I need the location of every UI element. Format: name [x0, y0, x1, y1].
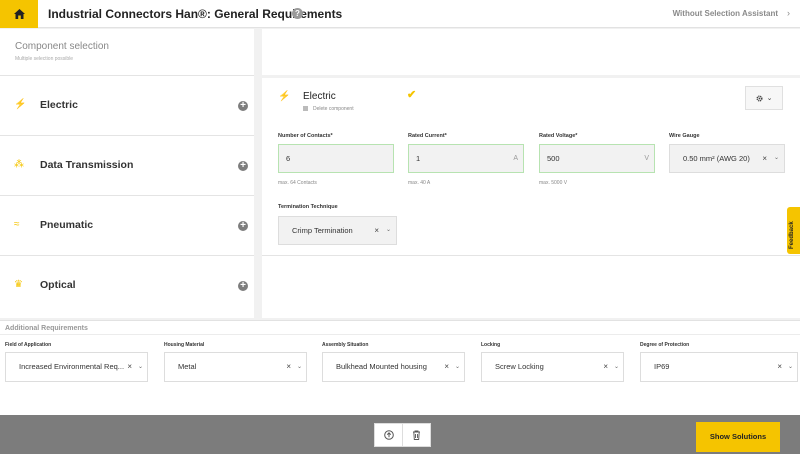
upload-icon	[383, 430, 394, 440]
clear-icon[interactable]: ×	[286, 353, 291, 381]
sidebar-subheading: Multiple selection possible	[15, 56, 74, 62]
locking-label: Locking	[481, 342, 501, 348]
add-icon[interactable]: +	[238, 281, 248, 291]
additional-requirements: Additional Requirements Field of Applica…	[0, 320, 800, 415]
lightning-bolt-icon: ⚡	[278, 91, 291, 102]
check-icon: ✔	[407, 89, 417, 101]
settings-button[interactable]: ⌄	[745, 86, 783, 110]
trash-icon	[413, 430, 420, 440]
add-icon[interactable]: +	[238, 161, 248, 171]
component-label: Data Transmission	[40, 159, 134, 171]
assembly-situation-select[interactable]: Bulkhead Mounted housing × ⌄	[322, 352, 465, 382]
footer-bar: Show Solutions	[0, 415, 800, 454]
rated-voltage-value: 500	[547, 154, 560, 163]
optical-fiber-icon: ♛	[14, 279, 23, 290]
rated-current-hint: max. 40 A	[408, 180, 431, 186]
sidebar-header: Component selection Multiple selection p…	[0, 29, 254, 76]
locking-value: Screw Locking	[495, 362, 544, 371]
chevron-down-icon: ⌄	[454, 364, 460, 370]
chevron-down-icon: ⌄	[766, 95, 773, 102]
chevron-down-icon: ⌄	[385, 227, 391, 233]
footer-action-group	[374, 423, 431, 447]
assembly-situation-value: Bulkhead Mounted housing	[336, 362, 427, 371]
without-assistant-link[interactable]: Without Selection Assistant	[673, 9, 778, 18]
chevron-down-icon: ⌄	[787, 364, 793, 370]
home-button[interactable]	[0, 0, 38, 28]
chevron-right-icon: ›	[787, 8, 790, 18]
housing-material-select[interactable]: Metal × ⌄	[164, 352, 307, 382]
sidebar-heading: Component selection	[15, 41, 109, 52]
termination-select[interactable]: Crimp Termination × ⌄	[278, 216, 397, 245]
contacts-hint: max. 64 Contacts	[278, 180, 317, 186]
upload-button[interactable]	[375, 424, 402, 446]
contacts-label: Number of Contacts*	[278, 133, 333, 139]
rated-current-value: 1	[416, 154, 421, 163]
feedback-tab[interactable]: Feedback	[787, 207, 800, 254]
clear-icon[interactable]: ×	[127, 353, 132, 381]
component-selection-sidebar: Component selection Multiple selection p…	[0, 29, 254, 318]
delete-component-link[interactable]: Delete component	[303, 106, 354, 112]
field-of-application-label: Field of Application	[5, 342, 52, 348]
right-header-area	[262, 29, 800, 75]
network-nodes-icon: ⁂	[14, 159, 24, 170]
delete-button[interactable]	[402, 424, 430, 446]
clear-icon[interactable]: ×	[444, 353, 449, 381]
additional-divider	[0, 334, 800, 335]
electric-component-panel: ⚡ Electric Delete component ✔ ⌄ Number o…	[262, 78, 800, 318]
top-header: Industrial Connectors Han®: General Requ…	[0, 0, 800, 28]
component-label: Optical	[40, 279, 76, 291]
air-flow-icon: ≈	[14, 219, 20, 230]
contacts-input[interactable]: 6	[278, 144, 394, 173]
wire-gauge-label: Wire Gauge	[669, 133, 700, 139]
chevron-down-icon: ⌄	[137, 364, 143, 370]
field-of-application-select[interactable]: Increased Environmental Req... × ⌄	[5, 352, 148, 382]
trash-icon	[303, 106, 308, 112]
add-icon[interactable]: +	[238, 221, 248, 231]
add-icon[interactable]: +	[238, 101, 248, 111]
component-item-data-transmission[interactable]: ⁂ Data Transmission +	[0, 136, 254, 196]
panel-divider	[262, 255, 800, 256]
locking-select[interactable]: Screw Locking × ⌄	[481, 352, 624, 382]
rated-current-input[interactable]: 1 A	[408, 144, 524, 173]
clear-icon[interactable]: ×	[603, 353, 608, 381]
rated-voltage-hint: max. 5000 V	[539, 180, 568, 186]
component-title: Electric	[303, 91, 336, 102]
component-item-electric[interactable]: ⚡ Electric +	[0, 76, 254, 136]
degree-of-protection-select[interactable]: IP69 × ⌄	[640, 352, 798, 382]
feedback-label: Feedback	[789, 221, 795, 249]
assembly-situation-label: Assembly Situation	[322, 342, 369, 348]
degree-of-protection-value: IP69	[654, 362, 670, 371]
rated-current-unit: A	[513, 155, 518, 162]
component-item-pneumatic[interactable]: ≈ Pneumatic +	[0, 196, 254, 256]
degree-of-protection-label: Degree of Protection	[640, 342, 690, 348]
clear-icon[interactable]: ×	[762, 145, 767, 172]
housing-material-label: Housing Material	[164, 342, 205, 348]
chevron-down-icon: ⌄	[613, 364, 619, 370]
chevron-down-icon: ⌄	[296, 364, 302, 370]
rated-voltage-label: Rated Voltage*	[539, 133, 578, 139]
delete-component-label: Delete component	[313, 106, 354, 112]
wire-gauge-select[interactable]: 0.50 mm² (AWG 20) × ⌄	[669, 144, 785, 173]
help-icon[interactable]: ?	[292, 8, 303, 19]
component-label: Electric	[40, 99, 78, 111]
component-label: Pneumatic	[40, 219, 94, 231]
show-solutions-button[interactable]: Show Solutions	[696, 422, 780, 452]
chevron-down-icon: ⌄	[773, 155, 779, 161]
field-of-application-value: Increased Environmental Req...	[19, 362, 125, 371]
wire-gauge-value: 0.50 mm² (AWG 20)	[683, 154, 750, 163]
clear-icon[interactable]: ×	[777, 353, 782, 381]
housing-material-value: Metal	[178, 362, 197, 371]
termination-label: Termination Technique	[278, 204, 338, 210]
clear-icon[interactable]: ×	[374, 217, 379, 244]
rated-current-label: Rated Current*	[408, 133, 447, 139]
home-icon	[13, 9, 25, 19]
component-item-optical[interactable]: ♛ Optical +	[0, 256, 254, 316]
rated-voltage-input[interactable]: 500 V	[539, 144, 655, 173]
additional-title: Additional Requirements	[5, 325, 88, 332]
lightning-bolt-icon: ⚡	[14, 99, 27, 110]
rated-voltage-unit: V	[644, 155, 649, 162]
contacts-value: 6	[286, 154, 291, 163]
termination-value: Crimp Termination	[292, 226, 353, 235]
gear-icon	[756, 94, 763, 102]
